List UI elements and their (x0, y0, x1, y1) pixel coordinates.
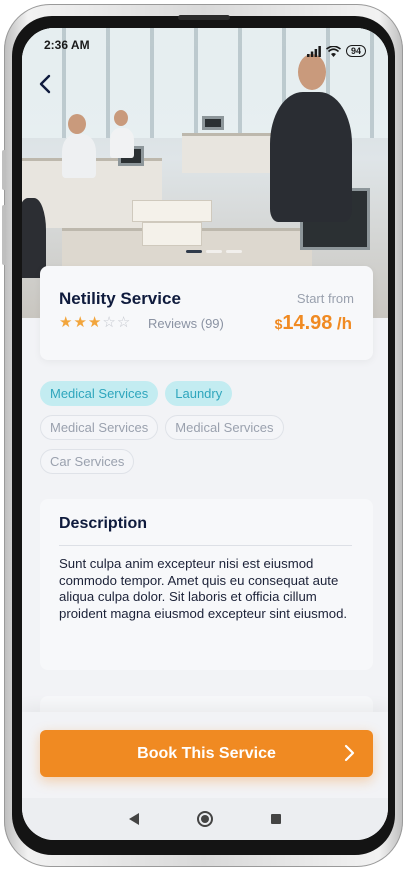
chevron-right-icon (344, 744, 355, 762)
carousel-dot[interactable] (226, 250, 242, 253)
android-nav-bar (22, 798, 388, 840)
tag-chip[interactable]: Medical Services (40, 381, 159, 406)
phone-side-button (2, 150, 6, 190)
status-icons: 94 (306, 38, 366, 64)
phone-speaker (178, 15, 230, 20)
nav-back-icon[interactable] (129, 813, 139, 825)
chevron-left-icon (39, 74, 51, 94)
app-screen: 2:36 AM 94 Netility Service ★ ★ ★ ☆ ☆ Re… (22, 28, 388, 840)
hero-person (110, 128, 134, 158)
reviews-count[interactable]: Reviews (99) (148, 316, 224, 331)
hero-person (22, 198, 46, 278)
description-divider (59, 545, 352, 546)
hero-papers (142, 222, 202, 246)
wifi-icon (325, 45, 341, 57)
book-service-button[interactable]: Book This Service (40, 730, 373, 777)
back-button[interactable] (32, 70, 58, 98)
tag-row: Medical Services Laundry (40, 381, 370, 406)
hero-person-head (68, 114, 86, 134)
service-name: Netility Service (59, 289, 181, 308)
price-amount: 14.98 (282, 312, 333, 334)
battery-icon: 94 (345, 45, 366, 57)
hero-person (270, 92, 352, 222)
hero-papers (132, 200, 212, 222)
status-time: 2:36 AM (44, 38, 90, 52)
hero-monitor (202, 116, 224, 130)
description-text: Sunt culpa anim excepteur nisi est eiusm… (59, 556, 348, 621)
nav-recent-icon[interactable] (271, 814, 281, 824)
star-filled-icon: ★ (73, 314, 87, 331)
star-empty-icon: ☆ (102, 314, 116, 331)
signal-icon (306, 45, 321, 57)
star-filled-icon: ★ (59, 314, 73, 331)
carousel-indicator (186, 250, 242, 253)
price-unit: /h (336, 314, 352, 333)
tag-row: Medical Services Medical Services (40, 415, 370, 440)
nav-home-icon[interactable] (197, 811, 213, 827)
description-card: Description Sunt culpa anim excepteur ni… (40, 499, 373, 670)
tag-chip[interactable]: Medical Services (165, 415, 284, 440)
status-bar: 2:36 AM 94 (22, 28, 388, 64)
service-info-card: Netility Service ★ ★ ★ ☆ ☆ Reviews (99) Star… (40, 266, 373, 360)
hero-person (62, 134, 96, 178)
hero-person-head (114, 110, 128, 126)
service-tags: Medical Services Laundry Medical Service… (40, 381, 370, 483)
tag-chip[interactable]: Medical Services (40, 415, 159, 440)
tag-chip[interactable]: Car Services (40, 449, 135, 474)
description-title: Description (59, 515, 148, 532)
tag-row: Car Services (40, 449, 370, 474)
book-service-label: Book This Service (137, 744, 276, 762)
rating-stars: ★ ★ ★ ☆ ☆ (59, 315, 130, 331)
star-empty-icon: ☆ (116, 314, 131, 331)
phone-side-button (2, 205, 6, 265)
carousel-dot[interactable] (206, 250, 222, 253)
carousel-dot-active[interactable] (186, 250, 202, 253)
start-from-label: Start from (296, 291, 354, 306)
tag-chip[interactable]: Laundry (165, 381, 233, 406)
star-filled-icon: ★ (87, 314, 102, 331)
price: $14.98 /h (275, 312, 352, 335)
